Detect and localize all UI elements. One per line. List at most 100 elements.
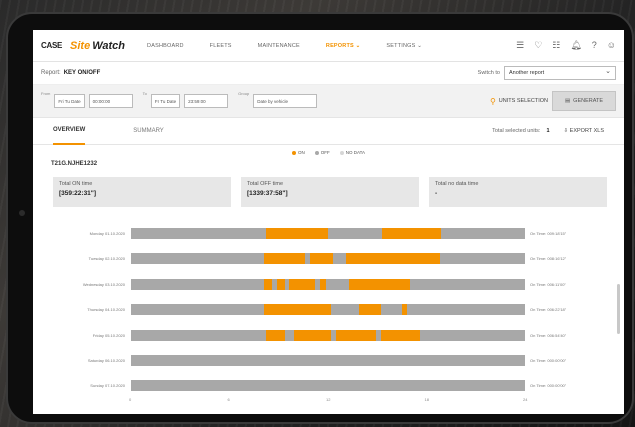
- export-xls-button[interactable]: ⇩ EXPORT XLS: [564, 128, 604, 134]
- nav-settings[interactable]: SETTINGS ⌄: [386, 43, 422, 49]
- to-label: To: [142, 91, 147, 96]
- on-segment: [346, 253, 440, 265]
- on-time-label: On Time: 000:00'00": [530, 383, 567, 389]
- filter-icon: ⚲: [489, 96, 496, 106]
- x-tick-label: 0: [129, 397, 132, 402]
- chart-legend: ON OFF NO DATA: [33, 150, 624, 155]
- generate-label: GENERATE: [573, 98, 604, 104]
- switch-report: Switch to Another report: [478, 66, 616, 80]
- sitewatch-logo-site: Site: [70, 39, 91, 52]
- camera-dot: [19, 210, 25, 216]
- help-icon[interactable]: ?: [592, 40, 597, 51]
- from-date-field[interactable]: Fri Tu Date: [54, 94, 85, 108]
- total-nodata-title: Total no data time: [435, 181, 479, 187]
- tab-bar: OVERVIEW SUMMARY Total selected units: 1…: [33, 118, 624, 145]
- legend-off-label: OFF: [320, 150, 330, 155]
- on-segment: [309, 253, 333, 265]
- document-icon[interactable]: ☷: [552, 40, 560, 51]
- on-time-label: On Time: 009:18'15": [530, 231, 567, 236]
- to-date-field[interactable]: Fr Tu Date: [150, 94, 181, 108]
- legend-on-dot: [291, 150, 296, 155]
- top-bar: CASE Site Watch DASHBOARD FLEETS MAINTEN…: [33, 30, 624, 62]
- user-icon[interactable]: ☺: [607, 40, 616, 51]
- row-label: Monday 01.10.2020: [89, 231, 125, 236]
- total-off-value: [1339:37:58"]: [247, 190, 288, 197]
- to-time-field[interactable]: 23:59:00: [184, 94, 229, 108]
- app-screen: CASE Site Watch DASHBOARD FLEETS MAINTEN…: [33, 30, 624, 414]
- group-label: Group: [238, 91, 250, 96]
- total-selected-label: Total selected units:: [492, 128, 541, 134]
- off-bar: [131, 253, 525, 265]
- generate-icon: ▤: [564, 98, 571, 104]
- report-label: Report:: [41, 70, 61, 76]
- switch-report-label: Switch to: [477, 70, 500, 76]
- legend-nodata-label: NO DATA: [345, 150, 366, 155]
- x-tick-label: 12: [326, 397, 331, 402]
- row-label: Friday 05.10.2020: [92, 332, 125, 338]
- list-icon[interactable]: ☰: [516, 40, 524, 51]
- off-bar: [131, 278, 525, 290]
- nav-dashboard[interactable]: DASHBOARD: [147, 43, 184, 49]
- total-nodata-card: Total no data time -: [429, 177, 607, 207]
- total-off-card: Total OFF time [1339:37:58"]: [241, 177, 419, 207]
- on-segment: [265, 228, 328, 239]
- on-segment: [263, 278, 273, 290]
- on-time-label: On Time: 006:54'40": [530, 332, 567, 338]
- legend-nodata: NO DATA: [339, 150, 366, 155]
- filter-bar: From Fri Tu Date 00:00:00 To Fr Tu Date …: [33, 85, 624, 118]
- legend-off-dot: [314, 150, 319, 155]
- nav-fleets[interactable]: FLEETS: [210, 43, 232, 49]
- legend-on: ON: [291, 150, 305, 155]
- off-bar: [131, 304, 525, 316]
- on-segment: [336, 329, 376, 341]
- on-segment: [382, 228, 442, 239]
- generate-button[interactable]: ▤ GENERATE: [552, 91, 616, 111]
- on-segment: [263, 304, 332, 316]
- row-label: Wednesday 03.10.2020: [82, 281, 125, 287]
- nav-reports[interactable]: REPORTS ⌄: [326, 43, 361, 49]
- legend-off: OFF: [314, 150, 330, 155]
- scrollbar[interactable]: [617, 284, 620, 334]
- on-segment: [293, 329, 332, 341]
- legend-nodata-dot: [339, 150, 344, 155]
- total-off-title: Total OFF time: [247, 181, 284, 187]
- on-time-label: On Time: 006:22'18": [530, 307, 567, 313]
- x-tick-label: 24: [523, 397, 528, 402]
- row-label: Tuesday 02.10.2020: [88, 256, 125, 262]
- on-segment: [277, 278, 286, 290]
- on-segment: [401, 304, 407, 316]
- nav-maintenance[interactable]: MAINTENANCE: [258, 43, 300, 49]
- tab-summary[interactable]: SUMMARY: [133, 118, 164, 145]
- bell-icon[interactable]: 🔔︎: [570, 40, 581, 51]
- on-segment: [263, 253, 305, 265]
- on-segment: [319, 278, 327, 290]
- tab-overview[interactable]: OVERVIEW: [53, 118, 86, 145]
- sitewatch-logo-watch: Watch: [92, 39, 126, 52]
- top-icons: ☰ ♡ ☷ 🔔︎ ? ☺: [516, 40, 616, 51]
- total-nodata-value: -: [435, 190, 438, 197]
- total-selected: Total selected units: 1: [492, 128, 549, 134]
- total-on-title: Total ON time: [59, 181, 93, 187]
- on-time-label: On Time: 008:16'12": [530, 256, 567, 262]
- units-selection-button[interactable]: ⚲ UNITS SELECTION: [490, 97, 548, 106]
- on-segment: [380, 329, 420, 341]
- on-segment: [349, 278, 411, 290]
- vehicle-id: T21G.NJHE1232: [51, 161, 98, 167]
- key-on-off-chart: Monday 01.10.2020 On Time: 009:18'15" Tues…: [33, 226, 624, 406]
- x-tick-label: 18: [424, 397, 429, 402]
- switch-report-select[interactable]: Another report: [504, 66, 616, 80]
- on-segment: [359, 304, 381, 316]
- export-label: EXPORT XLS: [569, 128, 604, 134]
- total-on-card: Total ON time [359:22:31"]: [53, 177, 231, 207]
- on-segment: [265, 329, 286, 341]
- report-name: KEY ON/OFF: [63, 70, 101, 76]
- main-nav: DASHBOARD FLEETS MAINTENANCE REPORTS ⌄ S…: [147, 43, 448, 49]
- row-label: Thursday 04.10.2020: [87, 307, 125, 313]
- from-time-field[interactable]: 00:00:00: [88, 94, 133, 108]
- group-select[interactable]: Date by vehicle: [253, 94, 318, 108]
- off-bar: [131, 355, 525, 366]
- totals-row: Total ON time [359:22:31"] Total OFF tim…: [53, 177, 624, 207]
- x-tick-label: 6: [227, 397, 230, 402]
- legend-on-label: ON: [297, 150, 305, 155]
- heart-icon[interactable]: ♡: [534, 40, 542, 51]
